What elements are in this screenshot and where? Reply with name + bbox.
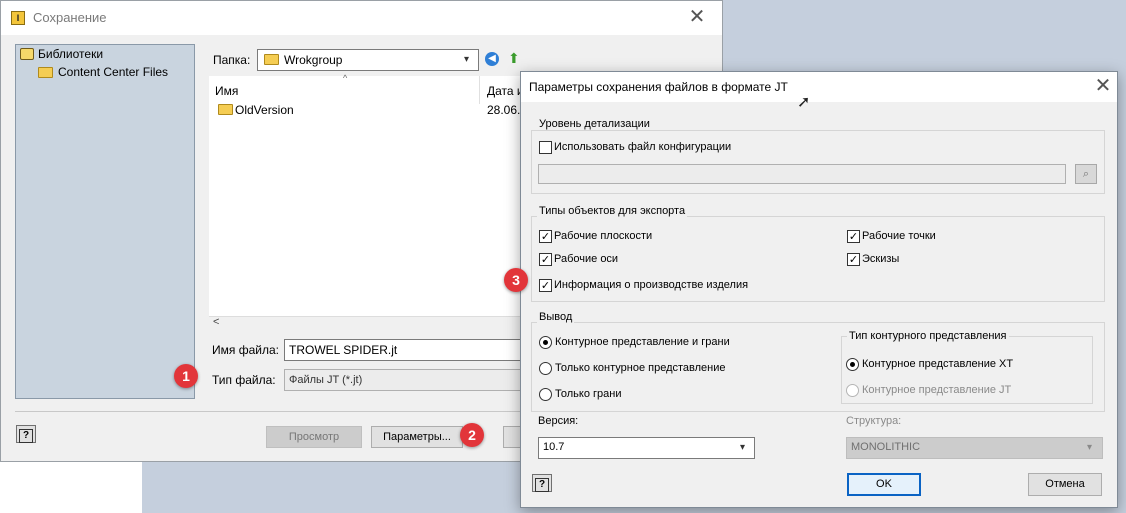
sort-up-icon: ^: [343, 73, 348, 83]
radio-brep-jt[interactable]: [846, 384, 859, 397]
radio-faces-only[interactable]: [539, 388, 552, 401]
radio-faces-only-label: Только грани: [555, 388, 622, 400]
callout-1: 1: [174, 364, 198, 388]
radio-brep-only-label: Только контурное представление: [555, 362, 726, 374]
browse-icon[interactable]: ⌕: [1075, 164, 1097, 184]
file-list[interactable]: ^ Имя Дата и OldVersion 28.06.2: [209, 73, 529, 316]
filename-input[interactable]: TROWEL SPIDER.jt: [284, 339, 522, 361]
save-dialog-title: Сохранение: [33, 10, 107, 25]
column-header-date[interactable]: Дата и: [487, 84, 524, 98]
version-select[interactable]: 10.7 ▾: [538, 437, 755, 459]
options-button[interactable]: Параметры...: [371, 426, 463, 448]
libraries-icon: [20, 48, 34, 60]
save-dialog-close-button[interactable]: ✕: [685, 7, 709, 29]
version-select-value: 10.7: [543, 441, 565, 453]
chevron-down-icon: ▾: [1087, 442, 1093, 453]
detail-group-title: Уровень детализации: [537, 118, 652, 130]
column-header-name[interactable]: Имя: [215, 84, 238, 98]
use-config-label: Использовать файл конфигурации: [554, 141, 732, 153]
jt-options-dialog: Параметры сохранения файлов в формате JT…: [520, 71, 1118, 508]
config-path-input[interactable]: [538, 164, 1066, 184]
app-icon: I: [11, 11, 25, 25]
help-icon: ?: [535, 478, 549, 492]
mouse-cursor-icon: ➚: [797, 94, 811, 111]
pmi-checkbox[interactable]: ✓: [539, 279, 552, 292]
folder-icon: [218, 104, 233, 115]
folder-icon: [38, 67, 53, 78]
export-group-title: Типы объектов для экспорта: [537, 205, 688, 217]
use-config-checkbox[interactable]: [539, 141, 552, 154]
file-name: OldVersion: [235, 103, 294, 117]
chevron-down-icon: ▾: [740, 442, 746, 453]
brep-type-group-title: Тип контурного представления: [847, 330, 1009, 342]
radio-brep-and-faces[interactable]: [539, 336, 552, 349]
radio-brep-jt-label: Контурное представление JT: [862, 384, 1012, 396]
help-icon: ?: [19, 429, 33, 443]
structure-label: Структура:: [846, 415, 902, 427]
cancel-button[interactable]: Отмена: [1028, 473, 1102, 496]
sketches-label: Эскизы: [862, 253, 900, 265]
help-button[interactable]: ?: [16, 425, 36, 443]
work-axes-label: Рабочие оси: [554, 253, 619, 265]
scroll-left-icon[interactable]: <: [213, 316, 219, 328]
jt-help-button[interactable]: ?: [532, 474, 552, 492]
sketches-checkbox[interactable]: ✓: [847, 253, 860, 266]
structure-select[interactable]: MONOLITHIC ▾: [846, 437, 1103, 459]
callout-3: 3: [504, 268, 528, 292]
back-icon[interactable]: ◀: [485, 52, 499, 66]
folder-combo-value: Wrokgroup: [284, 53, 343, 67]
jt-dialog-title: Параметры сохранения файлов в формате JT: [529, 80, 788, 94]
version-label: Версия:: [538, 415, 579, 427]
folder-combo[interactable]: Wrokgroup ▾: [257, 49, 479, 71]
horizontal-scrollbar[interactable]: <: [209, 316, 529, 330]
filetype-select[interactable]: Файлы JT (*.jt): [284, 369, 522, 391]
radio-brep-xt-label: Контурное представление XT: [862, 358, 1014, 370]
list-item[interactable]: OldVersion 28.06.2: [209, 100, 529, 122]
work-points-checkbox[interactable]: ✓: [847, 230, 860, 243]
detail-group: [531, 130, 1105, 194]
chevron-down-icon: ▾: [464, 54, 470, 65]
callout-2: 2: [460, 423, 484, 447]
folder-label: Папка:: [213, 53, 251, 67]
filetype-label: Тип файла:: [212, 373, 276, 387]
radio-brep-xt[interactable]: [846, 358, 859, 371]
up-folder-icon[interactable]: ⬆: [508, 50, 522, 66]
folder-icon: [264, 54, 279, 65]
structure-select-value: MONOLITHIC: [851, 441, 921, 453]
tree-item-content-center[interactable]: Content Center Files: [58, 65, 168, 79]
jt-dialog-close-button[interactable]: ✕: [1091, 76, 1115, 98]
ok-button[interactable]: OK: [847, 473, 921, 496]
radio-brep-and-faces-label: Контурное представление и грани: [555, 336, 730, 348]
radio-brep-only[interactable]: [539, 362, 552, 375]
preview-button[interactable]: Просмотр: [266, 426, 362, 448]
work-points-label: Рабочие точки: [862, 230, 936, 242]
pmi-label: Информация о производстве изделия: [554, 279, 749, 291]
work-planes-label: Рабочие плоскости: [554, 230, 653, 242]
work-planes-checkbox[interactable]: ✓: [539, 230, 552, 243]
work-axes-checkbox[interactable]: ✓: [539, 253, 552, 266]
libraries-tree-pane[interactable]: Библиотеки Content Center Files: [15, 44, 195, 399]
filename-label: Имя файла:: [212, 343, 279, 357]
tree-item-libraries[interactable]: Библиотеки: [38, 47, 103, 61]
save-dialog-titlebar: [1, 1, 722, 35]
output-group-title: Вывод: [537, 311, 575, 323]
